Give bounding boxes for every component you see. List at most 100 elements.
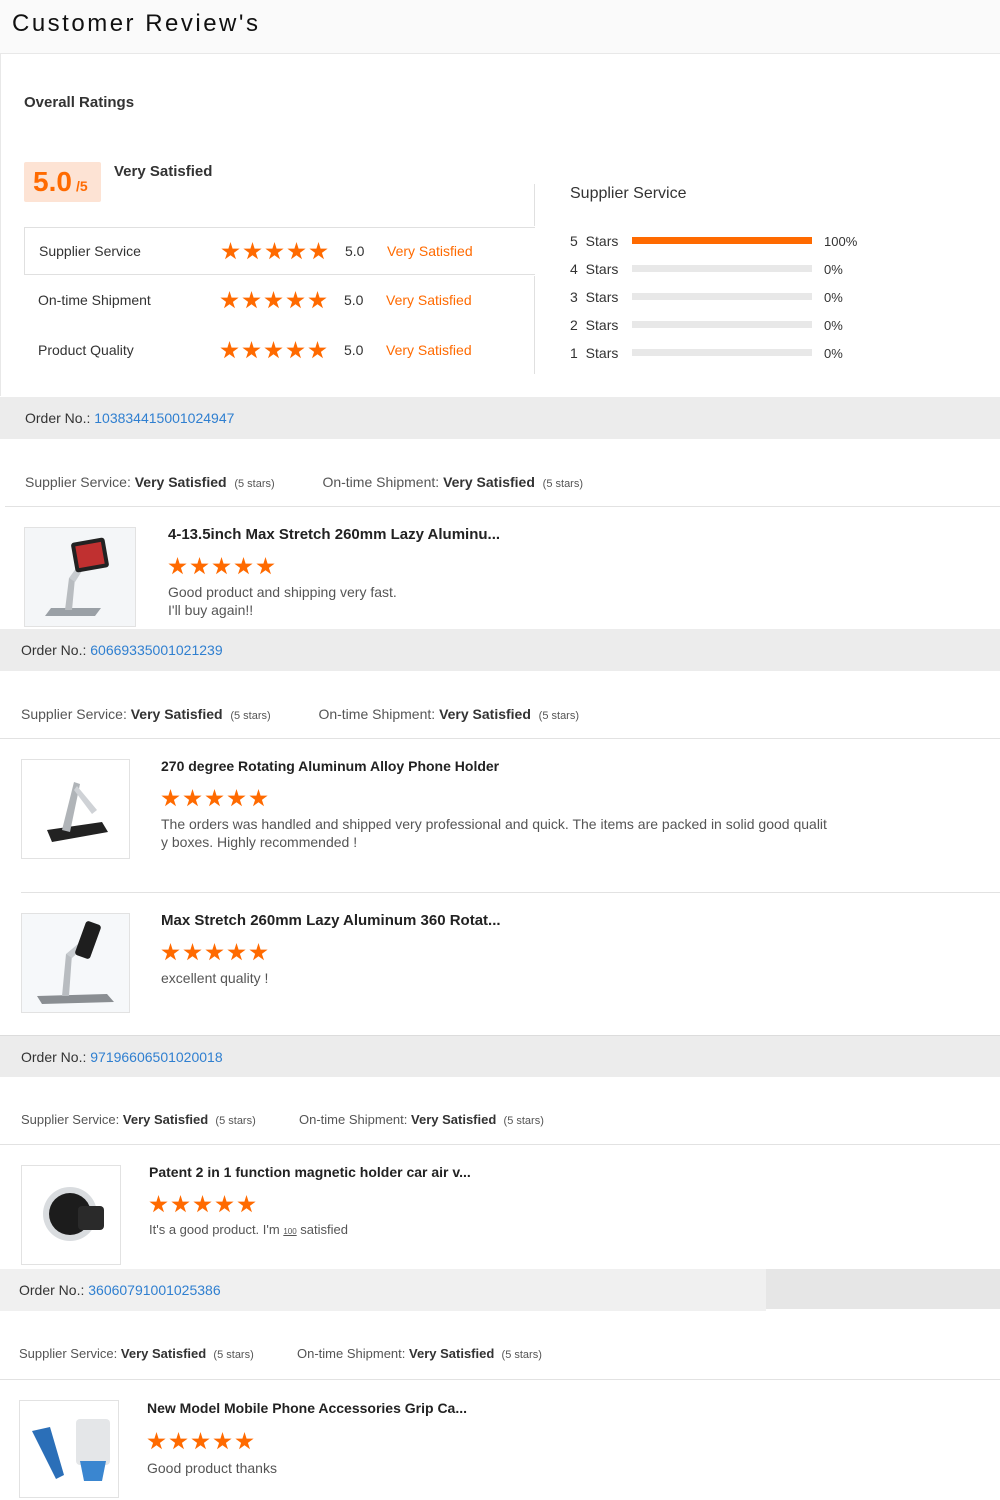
distribution-row-2: 2 Stars 0% — [570, 316, 890, 334]
star-icon — [227, 789, 246, 807]
distribution-percent: 100% — [824, 234, 858, 249]
supplier-service-label: Supplier Service: — [21, 1112, 120, 1127]
star-icon — [286, 291, 305, 309]
star-icon — [168, 557, 187, 575]
product-image[interactable] — [19, 1400, 119, 1498]
star-icon — [265, 242, 284, 260]
star-icon — [242, 291, 261, 309]
review-comment-line: I'll buy again!! — [168, 602, 254, 618]
star-icon — [149, 1195, 168, 1213]
product-image[interactable] — [21, 913, 130, 1013]
product-title[interactable]: Patent 2 in 1 function magnetic holder c… — [149, 1164, 471, 1180]
product-image[interactable] — [21, 1165, 121, 1265]
shipment-value: Very Satisfied — [443, 474, 535, 490]
distribution-title: Supplier Service — [570, 185, 687, 202]
star-icon — [237, 1195, 256, 1213]
product-title[interactable]: New Model Mobile Phone Accessories Grip … — [147, 1400, 467, 1416]
order-header: Order No.: 97196606501020018 — [0, 1035, 1000, 1077]
product-image[interactable] — [21, 759, 130, 859]
service-summary: Supplier Service: Very Satisfied (5 star… — [21, 1112, 544, 1127]
star-icon — [161, 789, 180, 807]
review-comment-hundred: 100 — [283, 1227, 297, 1236]
star-icon — [221, 242, 240, 260]
star-icon — [220, 341, 239, 359]
overall-ratings-panel: Overall Ratings 5.0 /5 Very Satisfied Su… — [0, 54, 1000, 396]
star-icon — [183, 789, 202, 807]
star-icon — [220, 291, 239, 309]
star-icon — [205, 789, 224, 807]
product-image[interactable] — [24, 527, 136, 627]
distribution-label: 3 Stars — [570, 289, 619, 305]
shipment-label: On-time Shipment: — [297, 1346, 406, 1361]
distribution-label: 4 Stars — [570, 261, 619, 277]
score-badge: 5.0 /5 — [24, 162, 101, 202]
star-icon — [264, 341, 283, 359]
star-icon — [286, 341, 305, 359]
product-title[interactable]: 270 degree Rotating Aluminum Alloy Phone… — [161, 758, 499, 774]
star-icon — [227, 943, 246, 961]
supplier-service-stars: (5 stars) — [215, 1115, 256, 1127]
distribution-label: 5 Stars — [570, 233, 619, 249]
star-icon — [193, 1195, 212, 1213]
distribution-bar — [632, 265, 812, 272]
distribution-row-5: 5 Stars 100% — [570, 232, 890, 250]
order-number-link[interactable]: 97196606501020018 — [90, 1049, 222, 1065]
supplier-service-stars: (5 stars) — [230, 710, 271, 722]
star-icon — [161, 943, 180, 961]
rating-text: Very Satisfied — [386, 292, 472, 308]
product-title[interactable]: 4-13.5inch Max Stretch 260mm Lazy Alumin… — [168, 526, 500, 543]
order-number-link[interactable]: 36060791001025386 — [88, 1282, 220, 1298]
shipment-label: On-time Shipment: — [299, 1112, 408, 1127]
review-comment-line: Good product and shipping very fast. — [168, 584, 397, 600]
order-number-link[interactable]: 103834415001024947 — [94, 410, 234, 426]
order-number-link[interactable]: 60669335001021239 — [90, 642, 222, 658]
supplier-service-label: Supplier Service: — [25, 474, 131, 490]
star-icon — [249, 943, 268, 961]
rating-row-supplier-service: Supplier Service 5.0 Very Satisfied — [24, 227, 535, 275]
tablet-stand-icon — [25, 528, 135, 626]
review-comment-line: The orders was handled and shipped very … — [161, 816, 827, 832]
distribution-bar — [632, 321, 812, 328]
distribution-bar — [632, 349, 812, 356]
product-rating-stars — [168, 557, 275, 576]
rating-row-ontime-shipment: On-time Shipment 5.0 Very Satisfied — [24, 277, 535, 325]
divider — [0, 1144, 1000, 1145]
rating-label: Supplier Service — [39, 243, 141, 259]
star-icon — [264, 291, 283, 309]
distribution-percent: 0% — [824, 318, 843, 333]
rating-label: On-time Shipment — [38, 292, 151, 308]
review-comment-text: It's a good product. I'm — [149, 1222, 284, 1237]
star-icon — [215, 1195, 234, 1213]
service-summary: Supplier Service: Very Satisfied (5 star… — [19, 1346, 542, 1361]
distribution-percent: 0% — [824, 346, 843, 361]
order-no-label: Order No.: — [21, 1049, 87, 1065]
distribution-percent: 0% — [824, 262, 843, 277]
star-icon — [213, 1432, 232, 1450]
distribution-row-3: 3 Stars 0% — [570, 288, 890, 306]
divider — [0, 1379, 1000, 1380]
review-comment: It's a good product. I'm 100 satisfied — [149, 1221, 348, 1241]
order-header-extension — [766, 1269, 1000, 1309]
divider — [5, 506, 1000, 507]
shipment-label: On-time Shipment: — [322, 474, 440, 490]
star-icon — [308, 291, 327, 309]
rating-text: Very Satisfied — [387, 243, 473, 259]
review-comment: Good product thanks — [147, 1459, 277, 1477]
shipment-value: Very Satisfied — [409, 1346, 495, 1361]
order-no-label: Order No.: — [19, 1282, 85, 1298]
star-icon — [234, 557, 253, 575]
distribution-row-4: 4 Stars 0% — [570, 260, 890, 278]
supplier-service-label: Supplier Service: — [21, 706, 127, 722]
product-rating-stars — [147, 1432, 254, 1451]
distribution-label: 1 Stars — [570, 345, 619, 361]
supplier-service-label: Supplier Service: — [19, 1346, 118, 1361]
rating-value: 5.0 — [345, 243, 365, 259]
overall-ratings-heading: Overall Ratings — [24, 94, 135, 111]
rating-value: 5.0 — [344, 292, 364, 308]
product-title[interactable]: Max Stretch 260mm Lazy Aluminum 360 Rota… — [161, 912, 501, 929]
review-comment: Good product and shipping very fast. I'l… — [168, 583, 397, 619]
star-icon — [249, 789, 268, 807]
order-no-label: Order No.: — [25, 410, 91, 426]
shipment-stars: (5 stars) — [538, 710, 580, 722]
rating-row-product-quality: Product Quality 5.0 Very Satisfied — [24, 327, 535, 375]
